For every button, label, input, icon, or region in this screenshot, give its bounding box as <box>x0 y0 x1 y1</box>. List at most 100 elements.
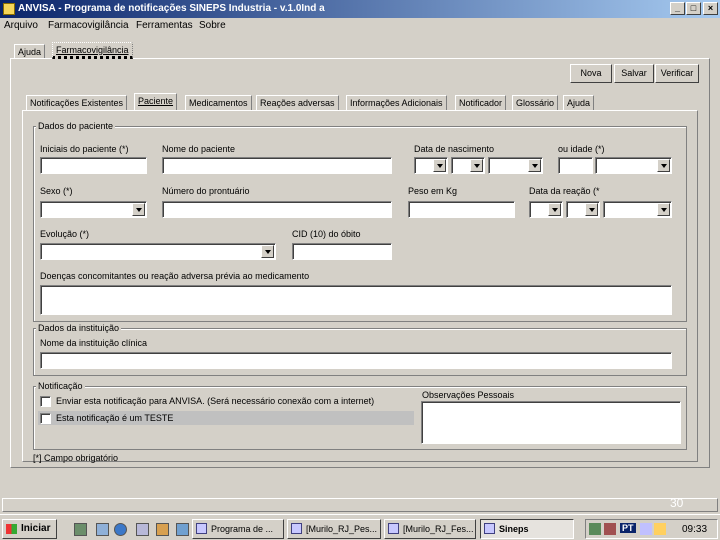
reaction-year-select[interactable] <box>603 201 672 218</box>
outer-tab-ajuda[interactable]: Ajuda <box>14 44 46 59</box>
speaker-icon[interactable] <box>654 523 666 535</box>
sex-label: Sexo (*) <box>40 186 73 196</box>
quicklaunch-icon[interactable] <box>156 523 169 536</box>
test-option[interactable]: Esta notificação é um TESTE <box>38 411 414 425</box>
chevron-down-icon <box>132 203 145 216</box>
initials-label: Iniciais do paciente (*) <box>40 144 129 154</box>
clock[interactable]: 09:33 <box>682 524 707 535</box>
notification-legend: Notificação <box>36 381 85 391</box>
required-note: [*] Campo obrigatório <box>33 453 119 463</box>
tab-informacoes-adicionais[interactable]: Informações Adicionais <box>346 95 447 110</box>
title-bar: ANVISA - Programa de notificações SINEPS… <box>0 0 720 18</box>
new-button[interactable]: Nova <box>570 64 612 83</box>
menu-sobre[interactable]: Sobre <box>199 20 226 31</box>
verify-button[interactable]: Verificar <box>655 64 699 83</box>
maximize-button[interactable]: □ <box>686 2 701 15</box>
tab-glossario[interactable]: Glossário <box>512 95 559 110</box>
sineps-icon <box>484 523 495 534</box>
menu-arquivo[interactable]: Arquivo <box>4 20 38 31</box>
minimize-button[interactable]: _ <box>670 2 685 15</box>
document-icon <box>388 523 399 534</box>
task-label: [Murilo_RJ_Pes... <box>306 524 378 534</box>
birth-year-select[interactable] <box>488 157 543 174</box>
age-unit-select[interactable] <box>595 157 672 174</box>
institution-name-input[interactable] <box>40 352 672 369</box>
initials-input[interactable] <box>40 157 147 174</box>
tab-reacoes-adversas[interactable]: Reações adversas <box>256 95 339 110</box>
birth-day-select[interactable] <box>414 157 448 174</box>
language-indicator[interactable]: PT <box>620 523 636 533</box>
window-icon <box>196 523 207 534</box>
chevron-down-icon <box>585 203 598 216</box>
window-title: ANVISA - Programa de notificações SINEPS… <box>18 3 325 14</box>
chevron-down-icon <box>470 159 483 172</box>
outer-tab-farmacovigilancia[interactable]: Farmacovigilância <box>52 42 133 59</box>
task-programa[interactable]: Programa de ... <box>192 519 284 539</box>
notes-textarea[interactable] <box>421 401 681 444</box>
birth-month-select[interactable] <box>451 157 485 174</box>
weight-input[interactable] <box>408 201 515 218</box>
close-button[interactable]: × <box>703 2 718 15</box>
chevron-down-icon <box>433 159 446 172</box>
weight-label: Peso em Kg <box>408 186 458 196</box>
menu-ferramentas[interactable]: Ferramentas <box>136 20 193 31</box>
tab-notificacoes-existentes[interactable]: Notificações Existentes <box>26 95 128 110</box>
test-checkbox[interactable] <box>40 413 51 424</box>
record-number-input[interactable] <box>162 201 392 218</box>
cid-label: CID (10) do óbito <box>292 229 361 239</box>
cid-input[interactable] <box>292 243 392 260</box>
chevron-down-icon <box>548 203 561 216</box>
sex-select[interactable] <box>40 201 147 218</box>
test-label: Esta notificação é um TESTE <box>56 413 174 423</box>
reaction-date-label: Data da reação (* <box>529 186 600 196</box>
save-button[interactable]: Salvar <box>614 64 654 83</box>
quicklaunch-icon[interactable] <box>136 523 149 536</box>
tab-paciente[interactable]: Paciente <box>134 93 178 110</box>
internet-explorer-icon[interactable] <box>114 523 127 536</box>
reaction-day-select[interactable] <box>529 201 563 218</box>
name-input[interactable] <box>162 157 392 174</box>
send-checkbox[interactable] <box>40 396 51 407</box>
tray-app-icon[interactable] <box>604 523 616 535</box>
chevron-down-icon <box>528 159 541 172</box>
menu-bar: Arquivo Farmacovigilância Ferramentas So… <box>0 18 720 34</box>
start-button[interactable]: Iniciar <box>2 519 57 539</box>
notes-label: Observações Pessoais <box>422 390 515 400</box>
send-option[interactable]: Enviar esta notificação para ANVISA. (Se… <box>38 395 414 408</box>
evolution-label: Evolução (*) <box>40 229 90 239</box>
age-input[interactable] <box>558 157 593 174</box>
document-icon <box>291 523 302 534</box>
taskbar: Iniciar Programa de ... [Murilo_RJ_Pes..… <box>0 514 720 540</box>
reaction-month-select[interactable] <box>566 201 600 218</box>
tab-medicamentos[interactable]: Medicamentos <box>185 95 252 110</box>
institution-legend: Dados da instituição <box>36 323 122 333</box>
chevron-down-icon <box>657 159 670 172</box>
outlook-icon[interactable] <box>96 523 109 536</box>
tab-notificador[interactable]: Notificador <box>455 95 507 110</box>
status-bar <box>2 498 718 512</box>
chevron-down-icon <box>657 203 670 216</box>
tab-ajuda[interactable]: Ajuda <box>563 95 595 110</box>
patient-legend: Dados do paciente <box>36 121 116 131</box>
system-tray: PT 09:33 <box>585 519 718 539</box>
name-label: Nome do paciente <box>162 144 236 154</box>
windows-logo-icon <box>6 524 17 534</box>
record-number-label: Número do prontuário <box>162 186 250 196</box>
desktop-icon[interactable] <box>74 523 87 536</box>
birth-date-label: Data de nascimento <box>414 144 495 154</box>
send-label: Enviar esta notificação para ANVISA. (Se… <box>56 396 375 406</box>
diseases-textarea[interactable] <box>40 285 672 315</box>
task-label: Programa de ... <box>211 524 274 534</box>
start-label: Iniciar <box>21 523 51 534</box>
quicklaunch-icon[interactable] <box>176 523 189 536</box>
evolution-select[interactable] <box>40 243 276 260</box>
app-icon <box>3 3 15 15</box>
task-murilo-pes[interactable]: [Murilo_RJ_Pes... <box>287 519 381 539</box>
task-label: Sineps <box>499 524 529 534</box>
task-murilo-fes[interactable]: [Murilo_RJ_Fes... <box>384 519 476 539</box>
menu-farmacovigilancia[interactable]: Farmacovigilância <box>48 20 129 31</box>
tray-app-icon[interactable] <box>589 523 601 535</box>
chevron-down-icon <box>261 245 274 258</box>
tray-app-icon[interactable] <box>640 523 652 535</box>
task-sineps[interactable]: Sineps <box>480 519 574 539</box>
